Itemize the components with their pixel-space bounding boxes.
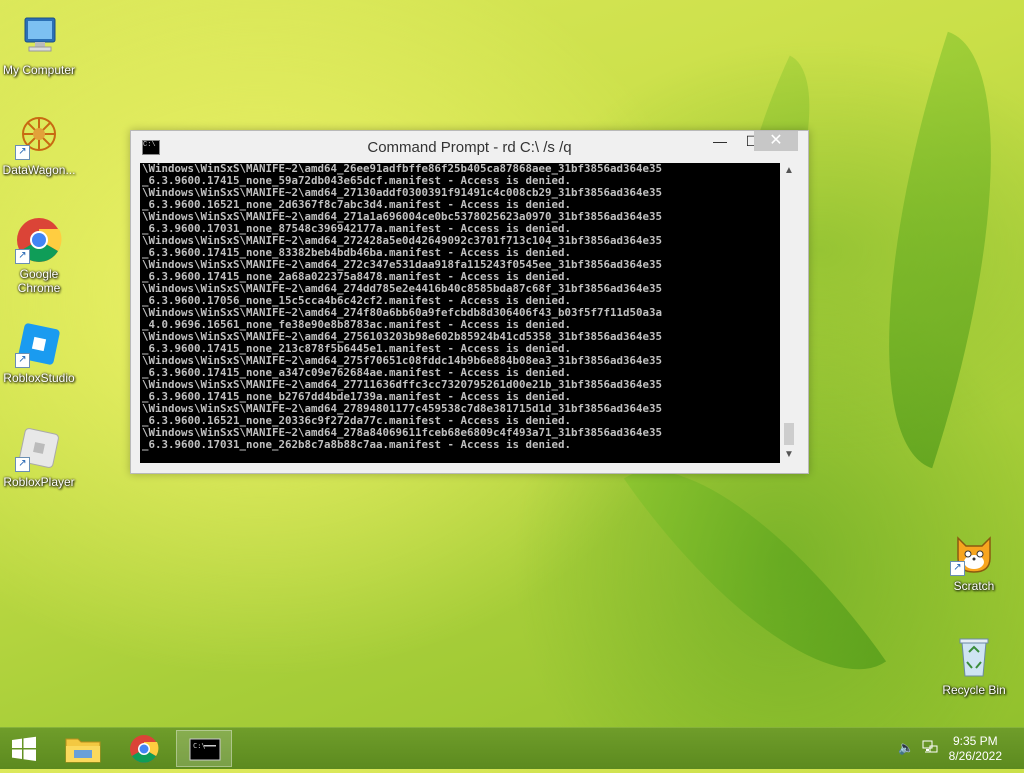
start-button[interactable] [0,730,56,767]
network-icon[interactable] [922,740,938,759]
wallpaper-leaf [818,31,1024,469]
taskbar-file-explorer[interactable] [56,730,112,767]
clock-time: 9:35 PM [952,734,998,748]
clock-date: 8/26/2022 [948,749,1002,763]
desktop-icon-google-chrome[interactable]: ↗ Google Chrome [0,216,78,295]
scratch-cat-icon: ↗ [950,528,998,576]
scroll-down-icon[interactable]: ▼ [781,447,797,463]
desktop-icon-scratch[interactable]: ↗ Scratch [935,528,1013,593]
chrome-icon: ↗ [15,216,63,264]
close-button[interactable]: ✕ [754,131,798,151]
taskbar: C:\ 🔈 9:35 PM 8/26/2022 [0,727,1024,769]
desktop-icon-roblox-studio[interactable]: ↗ RobloxStudio [0,320,78,385]
vertical-scrollbar[interactable]: ▲ ▼ [781,163,797,463]
shortcut-arrow-icon: ↗ [950,561,965,576]
desktop-icon-label: Scratch [953,579,995,593]
volume-icon[interactable]: 🔈 [898,740,914,756]
shortcut-arrow-icon: ↗ [15,457,30,472]
svg-text:C:\: C:\ [193,742,206,750]
desktop-icon-label: Recycle Bin [942,683,1006,697]
windows-logo-icon [12,736,36,761]
computer-icon [15,12,63,60]
window-titlebar[interactable]: C:\ Command Prompt - rd C:\ /s /q — ☐ ✕ [131,131,808,162]
folder-icon [65,738,101,763]
system-clock[interactable]: 9:35 PM 8/26/2022 [949,734,1002,764]
shortcut-arrow-icon: ↗ [15,145,30,160]
command-prompt-window[interactable]: C:\ Command Prompt - rd C:\ /s /q — ☐ ✕ … [130,130,809,474]
roblox-player-icon: ↗ [15,424,63,472]
desktop-icon-label: My Computer [2,63,76,77]
scroll-up-icon[interactable]: ▲ [781,163,797,179]
shortcut-arrow-icon: ↗ [15,353,30,368]
console-text: \Windows\WinSxS\MANIFE~2\amd64_26ee91adf… [142,163,663,451]
desktop-icon-my-computer[interactable]: My Computer [0,12,78,77]
shortcut-arrow-icon: ↗ [15,249,30,264]
minimize-button[interactable]: — [704,131,736,151]
chrome-icon [130,735,159,763]
desktop-icon-datawagon[interactable]: ↗ DataWagon... [0,112,78,177]
datawagon-logo-icon: ↗ [15,112,63,160]
cmd-icon: C:\ [189,738,221,761]
taskbar-chrome[interactable] [116,730,172,767]
desktop-icon-label: RobloxPlayer [3,475,75,489]
desktop-icon-recycle-bin[interactable]: Recycle Bin [935,632,1013,697]
taskbar-command-prompt[interactable]: C:\ [176,730,232,767]
desktop-icon-label: Google Chrome [17,267,61,295]
desktop-icon-roblox-player[interactable]: ↗ RobloxPlayer [0,424,78,489]
roblox-studio-icon: ↗ [15,320,63,368]
desktop-icon-label: RobloxStudio [3,371,75,385]
desktop-icon-label: DataWagon... [2,163,76,177]
scroll-thumb[interactable] [784,423,794,445]
console-output[interactable]: \Windows\WinSxS\MANIFE~2\amd64_26ee91adf… [140,163,780,463]
recycle-bin-icon [950,632,998,680]
